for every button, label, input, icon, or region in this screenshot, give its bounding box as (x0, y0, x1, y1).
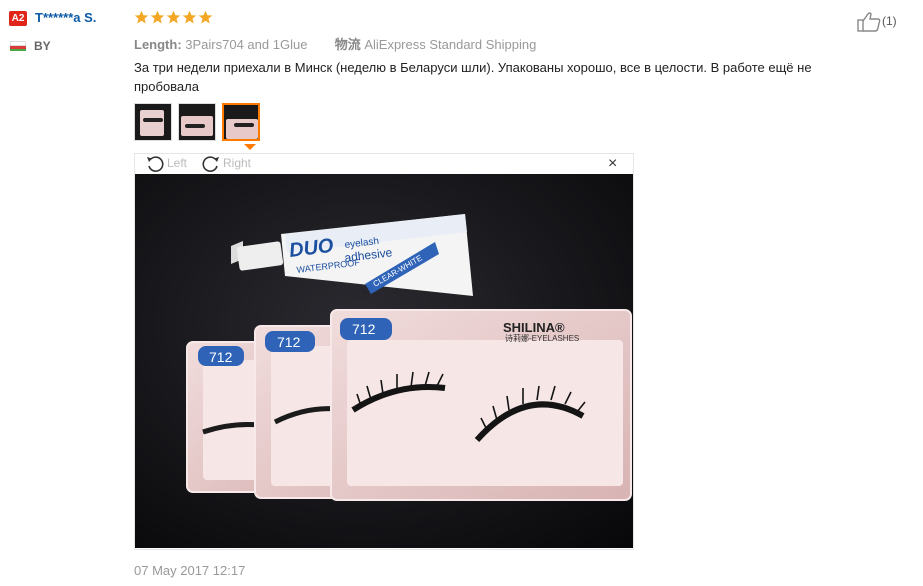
rotate-left-label: Left (167, 156, 188, 170)
tray-number-middle: 712 (277, 334, 301, 350)
length-value: 3Pairs704 and 1Glue (185, 37, 308, 52)
star-icon (150, 10, 165, 24)
star-icon (134, 10, 149, 24)
logistics-value: AliExpress Standard Shipping (364, 37, 537, 52)
review-date: 07 May 2017 12:17 (134, 563, 246, 578)
photo-thumbnail[interactable] (178, 103, 216, 141)
tray-sub: 诗莉娜-EYELASHES (505, 333, 579, 343)
rating-stars (134, 10, 213, 25)
star-icon (182, 10, 197, 24)
photo-thumbnail[interactable] (134, 103, 172, 141)
country-flag-icon (10, 41, 26, 51)
rotate-right-label: Right (223, 156, 252, 170)
thumbs-up-icon[interactable] (857, 11, 881, 33)
photo-thumbnail-active[interactable] (222, 103, 260, 141)
tray-number-back: 712 (209, 349, 233, 365)
tray-number-front: 712 (352, 321, 376, 337)
review-text: За три недели приехали в Минск (неделю в… (134, 60, 812, 94)
reviewer-name[interactable]: T******a S. (35, 10, 96, 25)
reviewer-country: BY (34, 39, 51, 53)
rotate-left-icon (147, 156, 164, 172)
active-thumbnail-pointer (244, 144, 256, 150)
photo-thumbnails (134, 103, 260, 141)
order-info: Length: 3Pairs704 and 1Glue 物流 AliExpres… (134, 34, 536, 53)
helpful-count: (1) (882, 14, 897, 28)
logistics-label: 物流 (334, 37, 361, 52)
star-icon (198, 10, 213, 24)
rotate-left-button[interactable]: Left (145, 153, 187, 173)
rotate-right-icon (202, 156, 219, 172)
length-label: Length: (134, 37, 182, 52)
rotate-right-button[interactable]: Right (201, 153, 251, 173)
close-viewer-button[interactable]: × (608, 156, 617, 172)
eyelash-tray-front: 712 SHILINA® 诗莉娜-EYELASHES (330, 309, 632, 501)
review-photo[interactable]: DUO eyelash adhesive WATERPROOF CLEAR-WH… (135, 174, 633, 548)
user-level-badge: A2 (9, 11, 27, 26)
tray-brand: SHILINA® (503, 320, 565, 335)
star-icon (166, 10, 181, 24)
